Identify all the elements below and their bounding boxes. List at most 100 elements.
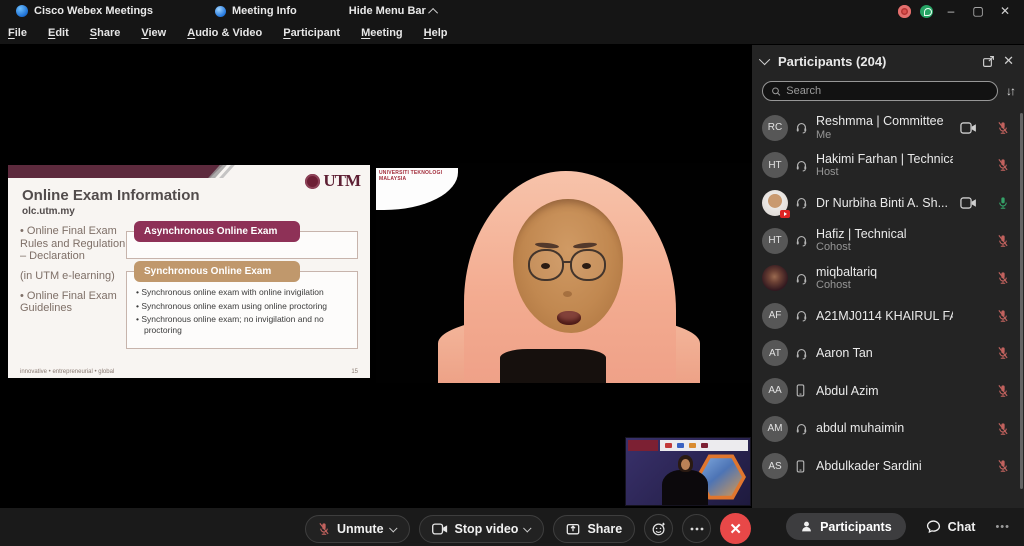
participant-row[interactable]: AF A21MJ0114 KHAIRUL FAIZI bbox=[752, 297, 1024, 335]
menu-bar: File Edit Share View Audio & Video Participan… bbox=[0, 22, 1024, 44]
avatar: HT bbox=[762, 152, 788, 179]
collapse-panel-icon[interactable] bbox=[758, 53, 771, 66]
participant-row[interactable]: Dr Nurbiha Binti A. Sh... bbox=[752, 184, 1024, 222]
close-panel-icon[interactable]: ✕ bbox=[1003, 53, 1014, 69]
participant-name: Hakimi Farhan | Technical bbox=[816, 151, 953, 166]
async-exam-pill: Asynchronous Online Exam bbox=[134, 221, 300, 242]
more-options-button[interactable] bbox=[682, 514, 712, 543]
participant-name: abdul muhaimin bbox=[816, 421, 905, 436]
menu-share[interactable]: Share bbox=[90, 27, 121, 39]
mic-muted-icon[interactable] bbox=[997, 346, 1010, 360]
record-indicator-icon[interactable] bbox=[898, 4, 911, 18]
hide-menu-bar-button[interactable]: Hide Menu Bar bbox=[349, 5, 438, 18]
phone-icon bbox=[795, 384, 809, 397]
minimize-button[interactable]: – bbox=[942, 0, 960, 22]
meeting-info-button[interactable]: Meeting Info bbox=[232, 5, 297, 17]
avatar: AT bbox=[762, 340, 788, 367]
connection-indicator-icon[interactable] bbox=[920, 4, 933, 18]
participant-row[interactable]: AM abdul muhaimin bbox=[752, 410, 1024, 448]
pip-logo-strip bbox=[660, 440, 748, 451]
phone-icon bbox=[795, 460, 809, 473]
chat-bubble-icon bbox=[926, 520, 940, 534]
mic-muted-icon[interactable] bbox=[997, 459, 1010, 473]
menu-meeting[interactable]: Meeting bbox=[361, 27, 403, 39]
participant-row[interactable]: miqbaltariq Cohost bbox=[752, 259, 1024, 297]
mic-muted-icon[interactable] bbox=[997, 234, 1010, 248]
participant-name: Abdulkader Sardini bbox=[816, 458, 922, 473]
avatar: AM bbox=[762, 415, 788, 442]
titlebar: Cisco Webex Meetings Meeting Info Hide M… bbox=[0, 0, 1024, 22]
mic-muted-icon[interactable] bbox=[997, 384, 1010, 398]
participant-row[interactable]: AT Aaron Tan bbox=[752, 335, 1024, 373]
participant-name: Dr Nurbiha Binti A. Sh... bbox=[816, 195, 949, 210]
slide-footer: innovative • entrepreneurial • global bbox=[20, 369, 115, 375]
webex-window: Cisco Webex Meetings Meeting Info Hide M… bbox=[0, 0, 1024, 546]
leave-meeting-button[interactable]: ✕ bbox=[720, 513, 752, 544]
mic-muted-icon[interactable] bbox=[997, 422, 1010, 436]
camera-icon bbox=[431, 522, 447, 535]
meeting-stage: UTM Online Exam Information olc.utm.my •… bbox=[0, 44, 1024, 508]
participant-role: Me bbox=[816, 128, 832, 141]
share-button[interactable]: Share bbox=[553, 514, 636, 543]
menu-view[interactable]: View bbox=[141, 27, 166, 39]
participant-name: Reshmma | Committee bbox=[816, 114, 944, 129]
slide-page-number: 15 bbox=[351, 369, 358, 375]
participant-name: Hafiz | Technical bbox=[816, 227, 907, 242]
meeting-info-icon bbox=[215, 5, 226, 17]
menu-help[interactable]: Help bbox=[424, 27, 448, 39]
menu-file[interactable]: File bbox=[8, 27, 27, 39]
participant-search[interactable] bbox=[762, 81, 998, 101]
headset-icon bbox=[795, 121, 809, 134]
slide-header-band bbox=[8, 165, 223, 178]
participant-row[interactable]: HT Hakimi Farhan | Technical Host bbox=[752, 147, 1024, 185]
self-view-thumbnail[interactable] bbox=[625, 437, 751, 506]
mic-muted-icon[interactable] bbox=[997, 121, 1010, 135]
participant-row[interactable]: HT Hafiz | Technical Cohost bbox=[752, 222, 1024, 260]
headset-icon bbox=[795, 347, 809, 360]
mic-live-icon[interactable] bbox=[997, 196, 1010, 210]
app-title: Cisco Webex Meetings bbox=[34, 5, 153, 17]
menu-participant[interactable]: Participant bbox=[283, 27, 340, 39]
webex-logo-icon bbox=[16, 5, 28, 17]
participants-toggle-button[interactable]: Participants bbox=[786, 513, 906, 540]
chevron-up-icon bbox=[427, 7, 438, 18]
camera-on-icon bbox=[960, 122, 978, 134]
headset-icon bbox=[795, 159, 809, 172]
avatar: AS bbox=[762, 453, 788, 480]
pip-label bbox=[628, 440, 658, 451]
menu-audio-video[interactable]: Audio & Video bbox=[187, 27, 262, 39]
participant-name: Aaron Tan bbox=[816, 346, 873, 361]
chevron-down-icon bbox=[388, 523, 398, 533]
avatar: AF bbox=[762, 302, 788, 329]
popout-panel-icon[interactable] bbox=[982, 55, 995, 68]
participants-panel-title: Participants (204) bbox=[778, 53, 887, 69]
participant-row[interactable]: AA Abdul Azim bbox=[752, 372, 1024, 410]
chat-toggle-button[interactable]: Chat bbox=[926, 519, 975, 534]
avatar: RC bbox=[762, 114, 788, 141]
video-watermark: UNIVERSITI TEKNOLOGI MALAYSIA bbox=[376, 168, 458, 210]
mic-muted-icon[interactable] bbox=[997, 309, 1010, 323]
participant-row[interactable]: RC Reshmma | Committee Me bbox=[752, 109, 1024, 147]
control-bar: Unmute Stop video Share ✕ Participants C… bbox=[0, 508, 1024, 546]
participant-role: Cohost bbox=[816, 279, 851, 292]
headset-icon bbox=[795, 309, 809, 322]
participant-list: RC Reshmma | Committee Me HT Hakimi Farhan |… bbox=[752, 109, 1024, 508]
headset-icon bbox=[795, 196, 809, 209]
unmute-button[interactable]: Unmute bbox=[305, 514, 410, 543]
maximize-button[interactable]: ▢ bbox=[969, 0, 987, 22]
sort-participants-icon[interactable]: ↓↑ bbox=[1006, 84, 1016, 98]
menu-edit[interactable]: Edit bbox=[48, 27, 69, 39]
search-input[interactable] bbox=[786, 85, 989, 97]
panel-scrollbar[interactable] bbox=[1020, 113, 1023, 489]
close-window-button[interactable]: ✕ bbox=[996, 0, 1014, 22]
reactions-button[interactable] bbox=[644, 514, 674, 543]
stop-video-button[interactable]: Stop video bbox=[418, 514, 545, 543]
participants-panel: Participants (204) ✕ ↓↑ RC Reshmma | Comm… bbox=[752, 45, 1024, 508]
person-icon bbox=[802, 521, 812, 532]
participant-name: Abdul Azim bbox=[816, 383, 879, 398]
mic-muted-icon[interactable] bbox=[997, 271, 1010, 285]
headset-icon bbox=[795, 422, 809, 435]
mic-muted-icon[interactable] bbox=[997, 158, 1010, 172]
more-panels-icon[interactable]: ••• bbox=[995, 521, 1010, 533]
participant-row[interactable]: AS Abdulkader Sardini bbox=[752, 447, 1024, 485]
